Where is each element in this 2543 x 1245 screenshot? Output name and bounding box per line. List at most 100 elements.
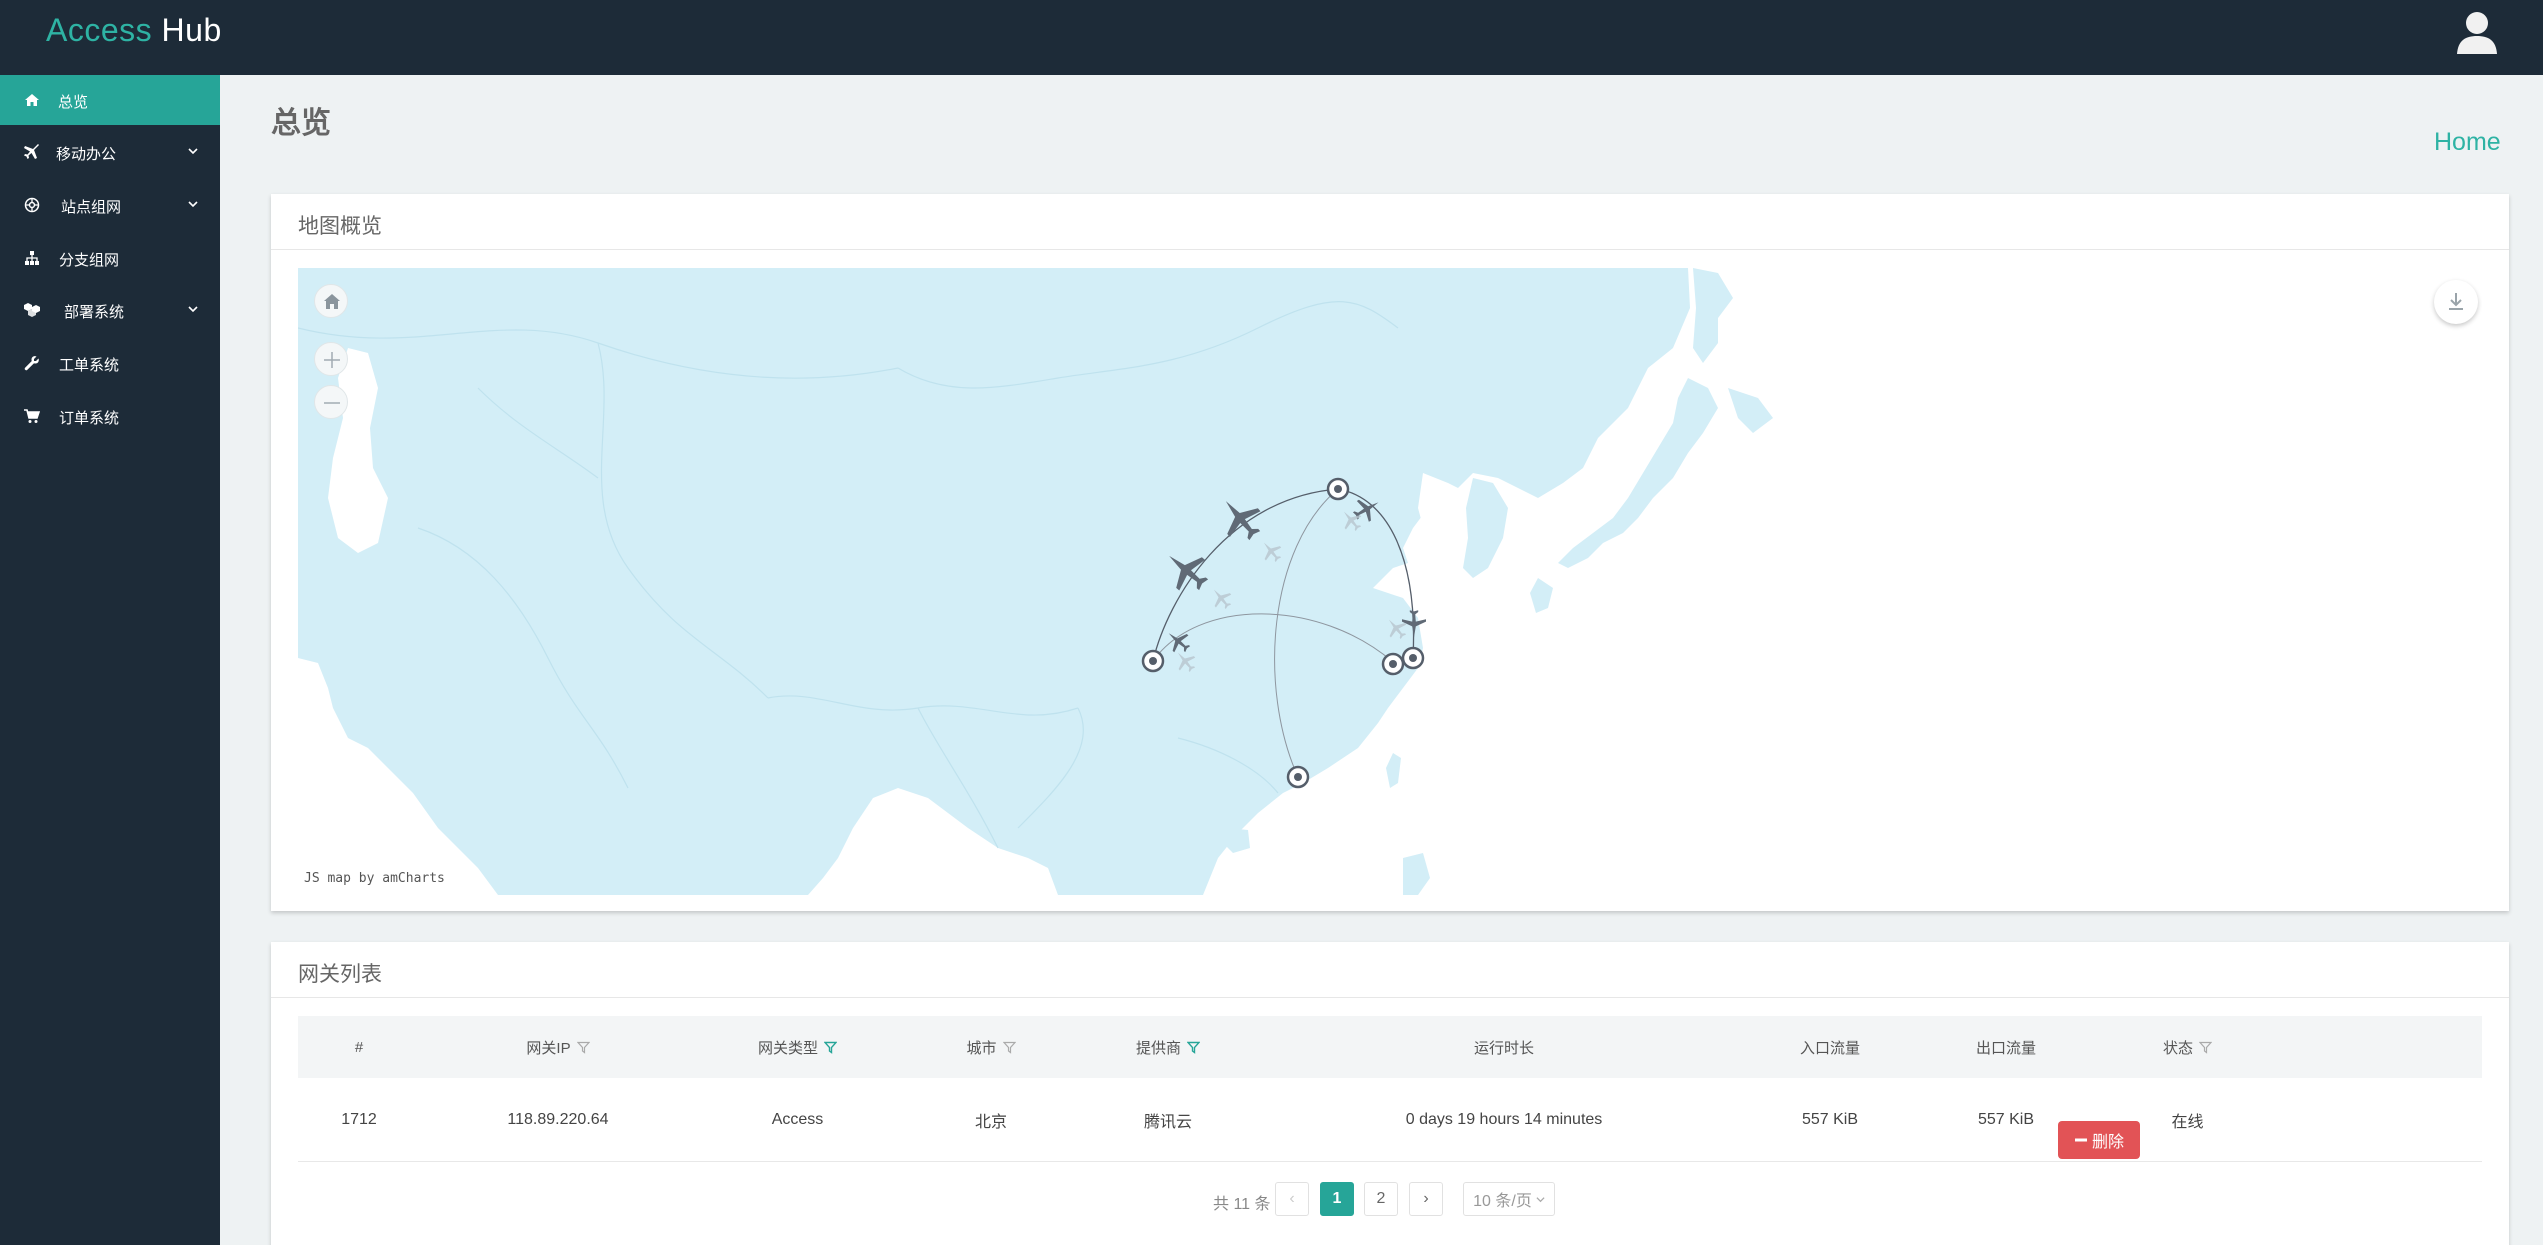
delete-button-label: 删除 [2091, 1134, 2124, 1151]
cell-uptime: 0 days 19 hours 14 minutes [1405, 1110, 1603, 1128]
column-header-provider: 提供商 [1083, 1016, 1253, 1078]
column-header-egress: 出口流量 [1905, 1016, 2107, 1078]
map-marker-guangzhou [1286, 765, 1310, 789]
column-label: # [354, 1038, 364, 1056]
map-land-korea [1463, 478, 1508, 578]
sidebar-item-site-network[interactable]: 站点组网 [0, 180, 220, 230]
cell-ingress: 557 KiB [1801, 1110, 1859, 1128]
column-header-uptime: 运行时长 [1253, 1016, 1755, 1078]
chevron-down-icon [188, 148, 198, 155]
map-zoom-out-button[interactable] [314, 385, 348, 419]
map-download-button[interactable] [2434, 280, 2478, 324]
top-bar: Access Hub [0, 0, 2543, 75]
filter-icon[interactable] [824, 1041, 837, 1054]
sidebar-item-deploy-system[interactable]: 部署系统 [0, 285, 220, 335]
cell-ip: 118.89.220.64 [507, 1110, 609, 1128]
user-icon[interactable] [2456, 10, 2498, 56]
pagination-page-1[interactable]: 1 [1320, 1182, 1354, 1216]
column-header-status: 状态 [2107, 1016, 2268, 1078]
table-header: # 网关IP 网关类型 城市 提供商 运行时长 入口流量 出口流量 状态 [298, 1016, 2482, 1078]
table-row: 1712 118.89.220.64 Access 北京 腾讯云 0 days … [298, 1078, 2482, 1162]
pagination-prev-button[interactable]: ‹ [1275, 1182, 1309, 1216]
cubes-icon [24, 303, 40, 317]
plane-icon [24, 144, 39, 159]
zoom-in-icon [324, 352, 340, 368]
cell-id: 1712 [341, 1110, 377, 1128]
cell-type: Access [771, 1110, 824, 1128]
sidebar-item-label: 总览 [58, 94, 89, 111]
pagination-total: 共 11 条 [1213, 1196, 1271, 1213]
map-land-hainan [1223, 828, 1250, 853]
map-land-island-hokkaido [1728, 388, 1773, 433]
pagination-page-2[interactable]: 2 [1364, 1182, 1398, 1216]
map-marker-chengdu [1141, 649, 1165, 673]
column-label: 入口流量 [1799, 1039, 1860, 1057]
filter-icon[interactable] [1002, 1041, 1016, 1054]
chevron-down-icon [188, 201, 198, 208]
sidebar-item-ticket-system[interactable]: 工单系统 [0, 338, 220, 388]
sidebar-item-branch-network[interactable]: 分支组网 [0, 233, 220, 283]
sidebar-item-label: 订单系统 [59, 410, 120, 427]
column-label: 出口流量 [1975, 1039, 2036, 1057]
map-chart[interactable]: JS map by amCharts [298, 268, 2482, 895]
map-land-island-north [1693, 268, 1733, 363]
download-icon [2449, 293, 2463, 310]
map-marker-beijing [1326, 477, 1350, 501]
map-zoom-in-button[interactable] [314, 342, 348, 376]
column-label: 网关类型 [757, 1039, 818, 1057]
map-marker-shanghai [1401, 646, 1425, 670]
column-label: 网关IP [526, 1039, 571, 1057]
zoom-out-icon [324, 402, 340, 404]
network-icon [24, 197, 40, 213]
chevron-down-icon [188, 306, 198, 313]
sidebar-item-label: 移动办公 [56, 146, 117, 163]
map-land-asia [298, 268, 1690, 895]
brand-part-access: Access [46, 12, 153, 48]
sidebar-item-mobile-office[interactable]: 移动办公 [0, 127, 220, 177]
gateway-list-title: 网关列表 [271, 942, 2509, 998]
map-marker-hangzhou [1381, 652, 1405, 676]
sidebar-item-overview[interactable]: 总览 [0, 75, 220, 125]
column-header-ip: 网关IP [420, 1016, 696, 1078]
column-label: 城市 [966, 1039, 997, 1057]
minus-icon [2074, 1138, 2087, 1142]
gateway-table: # 网关IP 网关类型 城市 提供商 运行时长 入口流量 出口流量 状态 171… [298, 1016, 2482, 1162]
wrench-icon [24, 356, 39, 371]
column-header-type: 网关类型 [696, 1016, 899, 1078]
column-header-city: 城市 [899, 1016, 1083, 1078]
sidebar-item-order-system[interactable]: 订单系统 [0, 391, 220, 441]
brand-part-hub: Hub [161, 12, 222, 48]
map-panel-title: 地图概览 [271, 194, 2509, 250]
filter-icon[interactable] [2199, 1041, 2212, 1054]
column-label: 提供商 [1135, 1039, 1181, 1057]
page-size-select[interactable]: 10 条/页 [1463, 1182, 1555, 1216]
cart-icon [24, 409, 40, 423]
sidebar-item-label: 分支组网 [59, 252, 120, 269]
map-land-island-kyushu [1530, 578, 1553, 613]
map-land-taiwan [1386, 753, 1401, 788]
breadcrumb-home[interactable]: Home [2434, 128, 2501, 157]
filter-icon[interactable] [576, 1041, 590, 1054]
page-size-value: 10 条/页 [1473, 1193, 1532, 1210]
sidebar-item-label: 部署系统 [64, 304, 125, 321]
pagination-next-button[interactable]: › [1409, 1182, 1443, 1216]
sidebar-item-label: 工单系统 [59, 357, 120, 374]
map-sea-korea [1418, 473, 1468, 588]
cell-provider: 腾讯云 [1143, 1113, 1192, 1131]
sidebar: 总览 移动办公 站点组网 分支组网 部署系统 工单系统 订单系统 [0, 75, 220, 1245]
filter-icon[interactable] [1187, 1041, 1200, 1054]
column-header-id: # [298, 1016, 420, 1078]
map-home-button[interactable] [314, 284, 348, 318]
sitemap-icon [25, 251, 39, 265]
app-brand[interactable]: Access Hub [46, 12, 222, 49]
map-panel: 地图概览 JS map by amCharts [271, 194, 2509, 911]
home-icon [324, 294, 340, 309]
column-label: 状态 [2162, 1039, 2193, 1057]
map-credit[interactable]: JS map by amCharts [304, 871, 445, 886]
home-icon [25, 94, 39, 106]
map-canvas [298, 268, 1773, 895]
cell-city: 北京 [974, 1113, 1007, 1131]
column-label: 运行时长 [1473, 1039, 1534, 1057]
page-title: 总览 [271, 107, 331, 140]
delete-button[interactable]: 删除 [2058, 1121, 2140, 1159]
